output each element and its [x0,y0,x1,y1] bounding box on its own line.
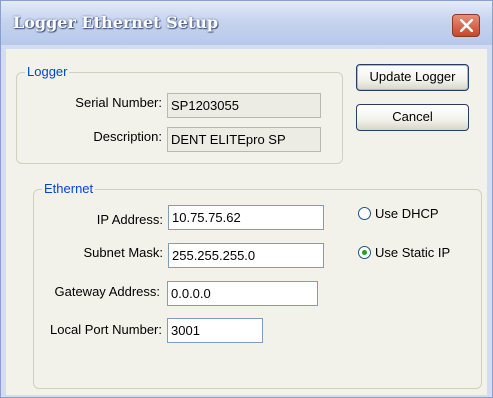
ip-address-label: IP Address: [96,212,163,227]
use-static-ip-radio[interactable]: Use Static IP [358,244,468,262]
ethernet-group-legend: Ethernet [42,181,96,197]
description-field: DENT ELITEpro SP [167,127,321,152]
local-port-label: Local Port Number: [50,322,162,337]
description-label: Description: [93,129,162,144]
window-title: Logger Ethernet Setup [13,13,219,32]
serial-number-label: Serial Number: [75,95,162,110]
use-dhcp-radio-circle [358,207,371,220]
update-logger-button[interactable]: Update Logger [356,64,469,91]
use-dhcp-radio[interactable]: Use DHCP [358,205,458,223]
use-dhcp-label: Use DHCP [375,206,439,221]
subnet-mask-label: Subnet Mask: [83,245,164,260]
dialog-window: Logger Ethernet Setup Logger Serial Numb… [0,0,493,398]
close-button[interactable] [452,14,480,37]
use-static-ip-label: Use Static IP [375,245,451,260]
logger-group-legend: Logger [25,64,70,80]
gateway-address-input[interactable]: 0.0.0.0 [167,281,318,306]
local-port-input[interactable]: 3001 [167,318,263,343]
use-static-ip-radio-circle [358,246,371,259]
cancel-button[interactable]: Cancel [356,104,469,131]
subnet-mask-input[interactable]: 255.255.255.0 [168,243,324,268]
serial-number-field: SP1203055 [167,93,321,118]
close-icon [460,19,473,32]
ip-address-input[interactable]: 10.75.75.62 [168,205,324,230]
title-bar[interactable]: Logger Ethernet Setup [1,1,492,45]
dialog-body: Logger Serial Number: SP1203055 Descript… [6,49,487,395]
gateway-address-label: Gateway Address: [54,284,161,299]
radio-selected-dot [362,250,367,255]
